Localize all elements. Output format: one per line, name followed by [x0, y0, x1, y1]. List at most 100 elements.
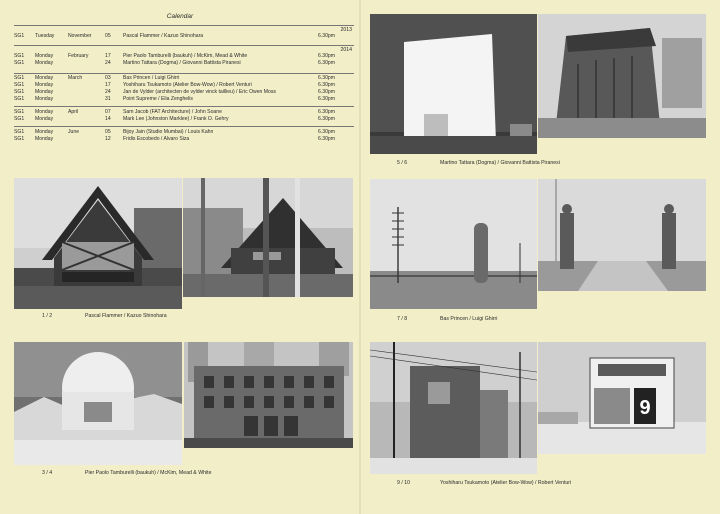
- photo-page: 5 / 6 Martino Tattara (Dogma) / Giovanni…: [361, 0, 720, 514]
- row-lecture-title: Fridis Escobedo / Alvaro Siza: [123, 136, 190, 142]
- caption-3-4: 3 / 4 Pier Paolo Tamburelli (baukuh) / M…: [14, 470, 354, 478]
- row-date: 24: [105, 60, 111, 66]
- row-time: 6.30pm: [318, 75, 335, 81]
- row-lecture-title: Bijoy Jain (Studio Mumbai) / Louis Kahn: [123, 129, 214, 135]
- caption-text: Yoshiharu Tsukamoto (Atelier Bow-Wow) / …: [440, 480, 572, 486]
- caption-7-8: 7 / 8 Bas Princen / Luigi Ghirri: [370, 316, 710, 324]
- row-date: 07: [105, 109, 111, 115]
- calendar-row: SG1 Monday 24 Jan de Vylder (architecten de…: [14, 89, 354, 96]
- caption-number: 1 / 2: [42, 313, 53, 319]
- photo-mckim-mead-white-building: [184, 342, 353, 448]
- photo-baukuh-dome: [14, 342, 182, 465]
- row-date: 14: [105, 116, 111, 122]
- row-time: 6.30pm: [318, 53, 335, 59]
- row-course-code: SG1: [14, 96, 25, 102]
- row-time: 6.30pm: [318, 129, 335, 135]
- row-lecture-title: Jan de Vylder (architecten de vylder vin…: [123, 89, 276, 95]
- row-month: March: [68, 75, 83, 81]
- row-day: Monday: [35, 136, 54, 142]
- row-course-code: SG1: [14, 60, 25, 66]
- row-day: Monday: [35, 129, 54, 135]
- calendar-row: SG1 Monday 31 Point Supreme / Elia Zengheli…: [14, 96, 354, 103]
- row-time: 6.30pm: [318, 109, 335, 115]
- photo-atelier-bow-wow-house: [370, 342, 537, 474]
- photo-luigi-ghirri-gate: [538, 179, 706, 291]
- calendar-row: SG1 Monday 17 Yoshiharu Tsukamoto (Atelier …: [14, 82, 354, 89]
- row-date: 12: [105, 136, 111, 142]
- calendar-row: SG1 Monday March 03 Bas Princen / Luigi Ghir…: [14, 75, 354, 82]
- calendar-row: SG1 Tuesday November 05 Pascal Flammer / Kaz…: [14, 33, 354, 40]
- row-lecture-title: Bas Princen / Luigi Ghirri: [123, 75, 180, 81]
- row-course-code: SG1: [14, 109, 25, 115]
- calendar-row: SG1 Monday April 07 Sam Jacob (FAT Architect…: [14, 109, 354, 116]
- calendar-page: Calendar 2013 SG1 Tuesday November 05 Pascal…: [0, 0, 360, 514]
- row-time: 6.30pm: [318, 116, 335, 122]
- row-day: Monday: [35, 116, 54, 122]
- photo-bas-princen-road: [370, 179, 537, 309]
- row-course-code: SG1: [14, 33, 25, 39]
- row-time: 6.30pm: [318, 136, 335, 142]
- calendar-row: SG1 Monday February 17 Pier Paolo Tamburelli…: [14, 53, 354, 60]
- row-lecture-title: Martino Tattara (Dogma) / Giovanni Batti…: [123, 60, 241, 66]
- row-day: Monday: [35, 75, 54, 81]
- row-course-code: SG1: [14, 89, 25, 95]
- caption-number: 9 / 10: [397, 480, 410, 486]
- house-number-sign: 9: [639, 397, 650, 419]
- caption-text: Bas Princen / Luigi Ghirri: [440, 316, 498, 322]
- row-month: February: [68, 53, 89, 59]
- row-course-code: SG1: [14, 116, 25, 122]
- divider: [14, 126, 354, 127]
- caption-text: Pier Paolo Tamburelli (baukuh) / McKim, …: [85, 470, 212, 476]
- row-month: June: [68, 129, 80, 135]
- row-date: 17: [105, 53, 111, 59]
- divider: [14, 73, 354, 74]
- photo-venturi-house: 9: [538, 342, 706, 454]
- photo-piranesi-ruin: [538, 14, 706, 138]
- calendar-title: Calendar: [166, 13, 194, 20]
- calendar-row: SG1 Monday June 05 Bijoy Jain (Studio Mumbai…: [14, 129, 354, 136]
- year-label: 2014: [340, 47, 352, 53]
- caption-number: 3 / 4: [42, 470, 53, 476]
- calendar-row: SG1 Monday 12 Fridis Escobedo / Alvaro Siza…: [14, 136, 354, 143]
- caption-text: Martino Tattara (Dogma) / Giovanni Batti…: [440, 160, 560, 166]
- photo-pascal-flammer-house: [14, 178, 182, 309]
- row-date: 24: [105, 89, 111, 95]
- row-time: 6.30pm: [318, 89, 335, 95]
- divider: [14, 45, 354, 46]
- row-day: Monday: [35, 53, 54, 59]
- calendar-row: SG1 Monday 14 Mark Lee (Johnston Marklee) /…: [14, 116, 354, 123]
- caption-9-10: 9 / 10 Yoshiharu Tsukamoto (Atelier Bow-…: [370, 480, 710, 488]
- caption-5-6: 5 / 6 Martino Tattara (Dogma) / Giovanni…: [370, 160, 710, 168]
- row-lecture-title: Mark Lee (Johnston Marklee) / Frank O. G…: [123, 116, 229, 122]
- row-course-code: SG1: [14, 75, 25, 81]
- divider: [14, 106, 354, 107]
- row-date: 17: [105, 82, 111, 88]
- calendar-row: SG1 Monday 24 Martino Tattara (Dogma) / Gio…: [14, 60, 354, 67]
- row-month: November: [68, 33, 92, 39]
- row-course-code: SG1: [14, 136, 25, 142]
- row-lecture-title: Pier Paolo Tamburelli (baukuh) / McKim, …: [123, 53, 248, 59]
- divider: [14, 25, 354, 26]
- row-lecture-title: Pascal Flammer / Kazuo Shinohara: [123, 33, 204, 39]
- row-time: 6.30pm: [318, 33, 335, 39]
- row-date: 03: [105, 75, 111, 81]
- row-month: April: [68, 109, 79, 115]
- row-day: Monday: [35, 109, 54, 115]
- caption-number: 7 / 8: [397, 316, 408, 322]
- row-day: Monday: [35, 82, 54, 88]
- row-course-code: SG1: [14, 53, 25, 59]
- row-time: 6.30pm: [318, 82, 335, 88]
- row-course-code: SG1: [14, 82, 25, 88]
- row-lecture-title: Sam Jacob (FAT Architecture) / John Soan…: [123, 109, 222, 115]
- row-lecture-title: Yoshiharu Tsukamoto (Atelier Bow-Wow) / …: [123, 82, 252, 88]
- row-time: 6.30pm: [318, 96, 335, 102]
- row-date: 31: [105, 96, 111, 102]
- row-time: 6.30pm: [318, 60, 335, 66]
- caption-text: Pascal Flammer / Kazuo Shinohara: [85, 313, 167, 319]
- row-day: Tuesday: [35, 33, 55, 39]
- row-date: 05: [105, 33, 111, 39]
- caption-number: 5 / 6: [397, 160, 408, 166]
- row-day: Monday: [35, 96, 54, 102]
- row-course-code: SG1: [14, 129, 25, 135]
- row-day: Monday: [35, 60, 54, 66]
